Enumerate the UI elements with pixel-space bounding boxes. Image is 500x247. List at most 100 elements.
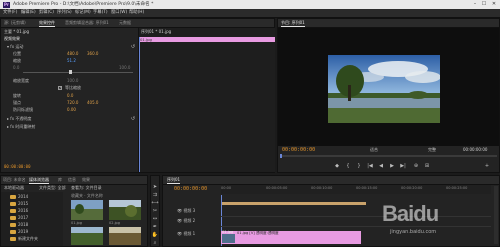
selection-tool-icon[interactable]: ➤ bbox=[151, 184, 159, 190]
program-timecode-left[interactable]: 00:00:00:00 bbox=[282, 147, 315, 153]
timeline-clip-v1[interactable]: 01.jpg [V] 透明度:透明度 bbox=[221, 231, 361, 244]
baidu-logo-icon: Baidu bbox=[382, 201, 439, 226]
prop-anchor-y[interactable]: 405.0 bbox=[87, 100, 98, 105]
tab-source[interactable]: 源: (无剪辑) bbox=[4, 20, 26, 26]
tab-project[interactable]: 项目: 未命名 bbox=[3, 177, 26, 183]
effect-controls-panel: 源: (无剪辑) 效果控件 音频剪辑混合器: 序列01 元数据 主要 * 01.… bbox=[0, 18, 275, 173]
mark-out-icon[interactable]: } bbox=[355, 163, 363, 169]
zoom-tool-icon[interactable]: ⌕ bbox=[151, 240, 159, 246]
track-header-v1[interactable]: 👁 视频 1 bbox=[177, 231, 195, 236]
scale-slider-track[interactable] bbox=[23, 72, 133, 73]
media-thumbnail[interactable] bbox=[71, 227, 103, 245]
file-types-filter[interactable]: 文件类型: 全部 bbox=[39, 185, 66, 190]
prop-anchor-x[interactable]: 720.0 bbox=[67, 100, 78, 105]
prop-scale-value[interactable]: 51.2 bbox=[67, 58, 76, 63]
prop-position-x[interactable]: 480.0 bbox=[67, 51, 78, 56]
drive-filter[interactable]: 本地驱动器 bbox=[4, 185, 24, 190]
slip-tool-icon[interactable]: ↔ bbox=[151, 216, 159, 222]
play-icon[interactable]: ▶ bbox=[388, 163, 396, 169]
menu-sequence[interactable]: 序列(S) bbox=[57, 10, 72, 16]
uniform-scale-checkbox[interactable]: ✓ bbox=[58, 86, 62, 90]
sequence-header: 序列01 * 01.jpg bbox=[141, 29, 172, 34]
effect-playhead[interactable] bbox=[139, 37, 140, 172]
tab-media-browser[interactable]: 媒体浏览器 bbox=[29, 177, 49, 184]
lift-icon[interactable]: ⊕ bbox=[412, 163, 420, 169]
tab-library[interactable]: 库 bbox=[58, 177, 62, 183]
mark-in-icon[interactable]: { bbox=[344, 163, 352, 169]
ruler-label: 00:00 bbox=[221, 186, 232, 190]
quality-dropdown[interactable]: 完整 bbox=[428, 147, 436, 152]
timeline-ruler[interactable]: 00:00 00:00:05:00 00:00:10:00 00:00:15:0… bbox=[221, 185, 491, 194]
menu-edit[interactable]: 编辑(E) bbox=[21, 10, 36, 16]
menu-file[interactable]: 文件(F) bbox=[3, 10, 17, 16]
menu-window[interactable]: 窗口(W) bbox=[111, 10, 127, 16]
timeline-timecode[interactable]: 00:00:00:00 bbox=[174, 186, 207, 192]
go-to-out-icon[interactable]: ▶| bbox=[399, 163, 407, 169]
thumb-label: 02.jpg bbox=[109, 221, 120, 225]
media-thumbnail[interactable] bbox=[109, 200, 141, 220]
menu-marker[interactable]: 标记(M) bbox=[75, 10, 91, 16]
program-frame-image bbox=[328, 55, 440, 123]
ruler-label: 00:00:20:00 bbox=[401, 186, 423, 190]
media-thumbnail[interactable] bbox=[71, 200, 103, 220]
prop-rotation-value[interactable]: 0.0 bbox=[67, 93, 73, 98]
pen-tool-icon[interactable]: ✒ bbox=[151, 224, 159, 230]
folder-icon bbox=[10, 230, 16, 234]
maximize-button[interactable]: ☐ bbox=[480, 1, 488, 8]
reset-icon[interactable]: ↺ bbox=[129, 116, 137, 122]
reset-icon[interactable]: ↺ bbox=[129, 44, 137, 50]
marker-icon[interactable]: ◆ bbox=[333, 163, 341, 169]
tab-effect-controls[interactable]: 效果控件 bbox=[39, 20, 55, 27]
track-header-v2[interactable]: 👁 视频 2 bbox=[177, 218, 195, 223]
program-playhead[interactable] bbox=[280, 154, 282, 158]
ruler-label: 00:00:15:00 bbox=[356, 186, 378, 190]
clip-name-v1: 01.jpg bbox=[222, 230, 234, 234]
program-monitor-panel: 节目: 序列01 00:00:00:00 适合 完整 00:00:00:00 ◆… bbox=[277, 18, 500, 173]
tab-audio-mixer[interactable]: 音频剪辑混合器: 序列01 bbox=[65, 20, 109, 26]
timeline-vertical-scrollbar[interactable] bbox=[494, 186, 498, 244]
menu-clip[interactable]: 剪辑(C) bbox=[39, 10, 54, 16]
track-header-v3[interactable]: 👁 视频 3 bbox=[177, 208, 195, 213]
step-back-icon[interactable]: ◀ bbox=[377, 163, 385, 169]
media-thumbnail[interactable] bbox=[109, 227, 141, 245]
fx-time-remap-label: 时间重映射 bbox=[15, 124, 36, 129]
close-button[interactable]: ✕ bbox=[490, 1, 498, 8]
menu-help[interactable]: 帮助(H) bbox=[129, 10, 144, 16]
minimize-button[interactable]: – bbox=[471, 1, 479, 8]
fx-opacity[interactable]: ▸ fx 不透明度 bbox=[7, 116, 31, 121]
fx-motion[interactable]: ▾ fx 运动 bbox=[7, 44, 23, 49]
scale-slider-handle[interactable] bbox=[69, 70, 72, 74]
thumb-sky bbox=[71, 227, 103, 233]
clip-label: 01.jpg [V] 透明度:透明度 bbox=[237, 231, 279, 235]
tab-metadata[interactable]: 元数据 bbox=[119, 20, 131, 26]
razor-tool-icon[interactable]: ✂ bbox=[151, 208, 159, 214]
effect-panel-tabs: 源: (无剪辑) 效果控件 音频剪辑混合器: 序列01 元数据 bbox=[1, 19, 274, 28]
fit-dropdown[interactable]: 适合 bbox=[370, 147, 378, 152]
hand-tool-icon[interactable]: ✋ bbox=[151, 232, 159, 238]
fx-time-remap[interactable]: ▸ fx 时间重映射 bbox=[7, 124, 35, 129]
program-video-area[interactable] bbox=[278, 28, 499, 146]
effect-clip-bar[interactable] bbox=[139, 37, 275, 42]
track-select-tool-icon[interactable]: ⇉ bbox=[151, 192, 159, 198]
program-timecode-right: 00:00:00:00 bbox=[463, 147, 488, 152]
tab-info[interactable]: 信息 bbox=[68, 177, 76, 183]
prop-position-y[interactable]: 360.0 bbox=[87, 51, 98, 56]
add-button-icon[interactable]: + bbox=[483, 163, 491, 169]
view-as-filter[interactable]: 查看为: 文件目录 bbox=[71, 185, 102, 190]
tab-program[interactable]: 节目: 序列01 bbox=[281, 20, 305, 27]
program-tabs: 节目: 序列01 bbox=[278, 19, 499, 28]
program-scrub-bar[interactable] bbox=[280, 155, 497, 157]
folder-icon bbox=[10, 216, 16, 220]
ripple-edit-tool-icon[interactable]: ⟷ bbox=[151, 200, 159, 206]
tab-effects[interactable]: 效果 bbox=[82, 177, 90, 183]
prop-antiflicker-value[interactable]: 0.00 bbox=[67, 107, 76, 112]
effect-timecode[interactable]: 00:00:00:00 bbox=[4, 164, 31, 170]
watermark: Baidu jingyan.baidu.com bbox=[382, 201, 494, 241]
tab-sequence[interactable]: 序列01 bbox=[167, 177, 181, 184]
work-area-bar[interactable] bbox=[221, 202, 366, 205]
export-frame-icon[interactable]: ⊞ bbox=[423, 163, 431, 169]
prop-scale-width-value[interactable]: 100.0 bbox=[67, 78, 78, 83]
effect-clip-label: 01.jpg bbox=[140, 37, 152, 42]
go-to-in-icon[interactable]: |◀ bbox=[366, 163, 374, 169]
menu-title[interactable]: 字幕(T) bbox=[93, 10, 108, 16]
